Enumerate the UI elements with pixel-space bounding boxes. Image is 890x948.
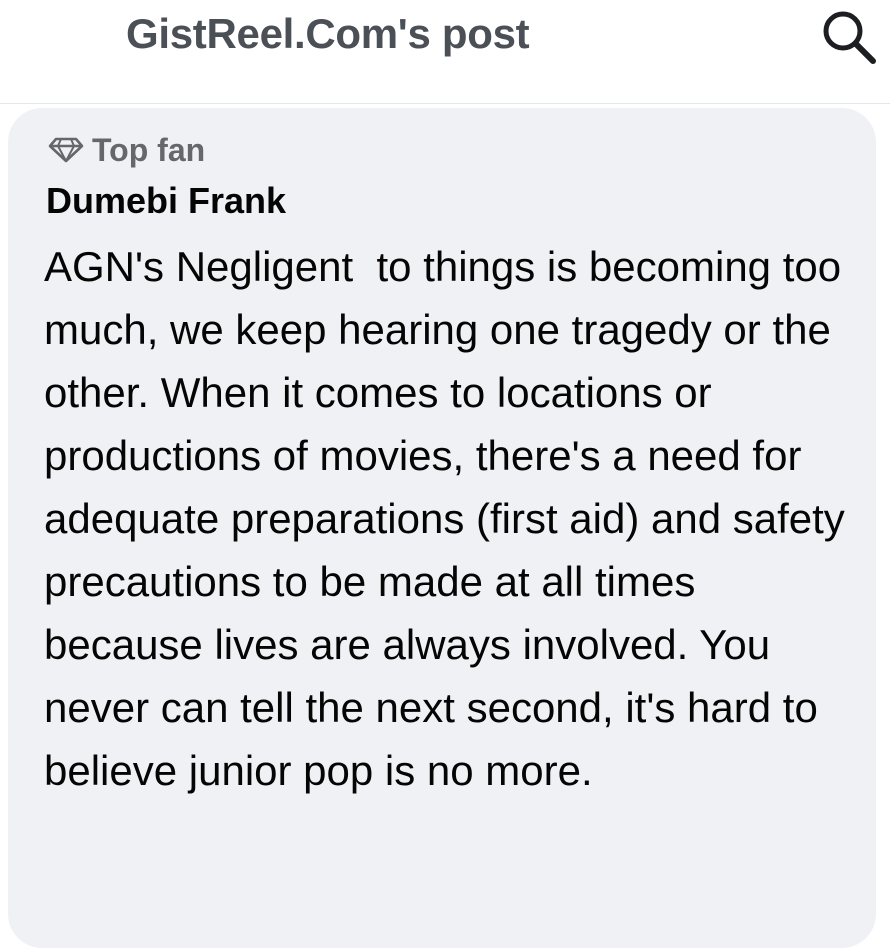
- comment-body-text: AGN's Negligent to things is becoming to…: [44, 243, 857, 794]
- search-button[interactable]: [818, 6, 880, 68]
- comment-author-name[interactable]: Dumebi Frank: [46, 180, 286, 222]
- badge-label: Top fan: [92, 131, 206, 168]
- search-icon: [823, 11, 876, 64]
- diamond-icon: [48, 137, 84, 163]
- page-title: GistReel.Com's post: [126, 10, 530, 57]
- top-app-bar: GistReel.Com's post: [0, 0, 890, 104]
- top-fan-badge[interactable]: Top fan: [48, 130, 205, 170]
